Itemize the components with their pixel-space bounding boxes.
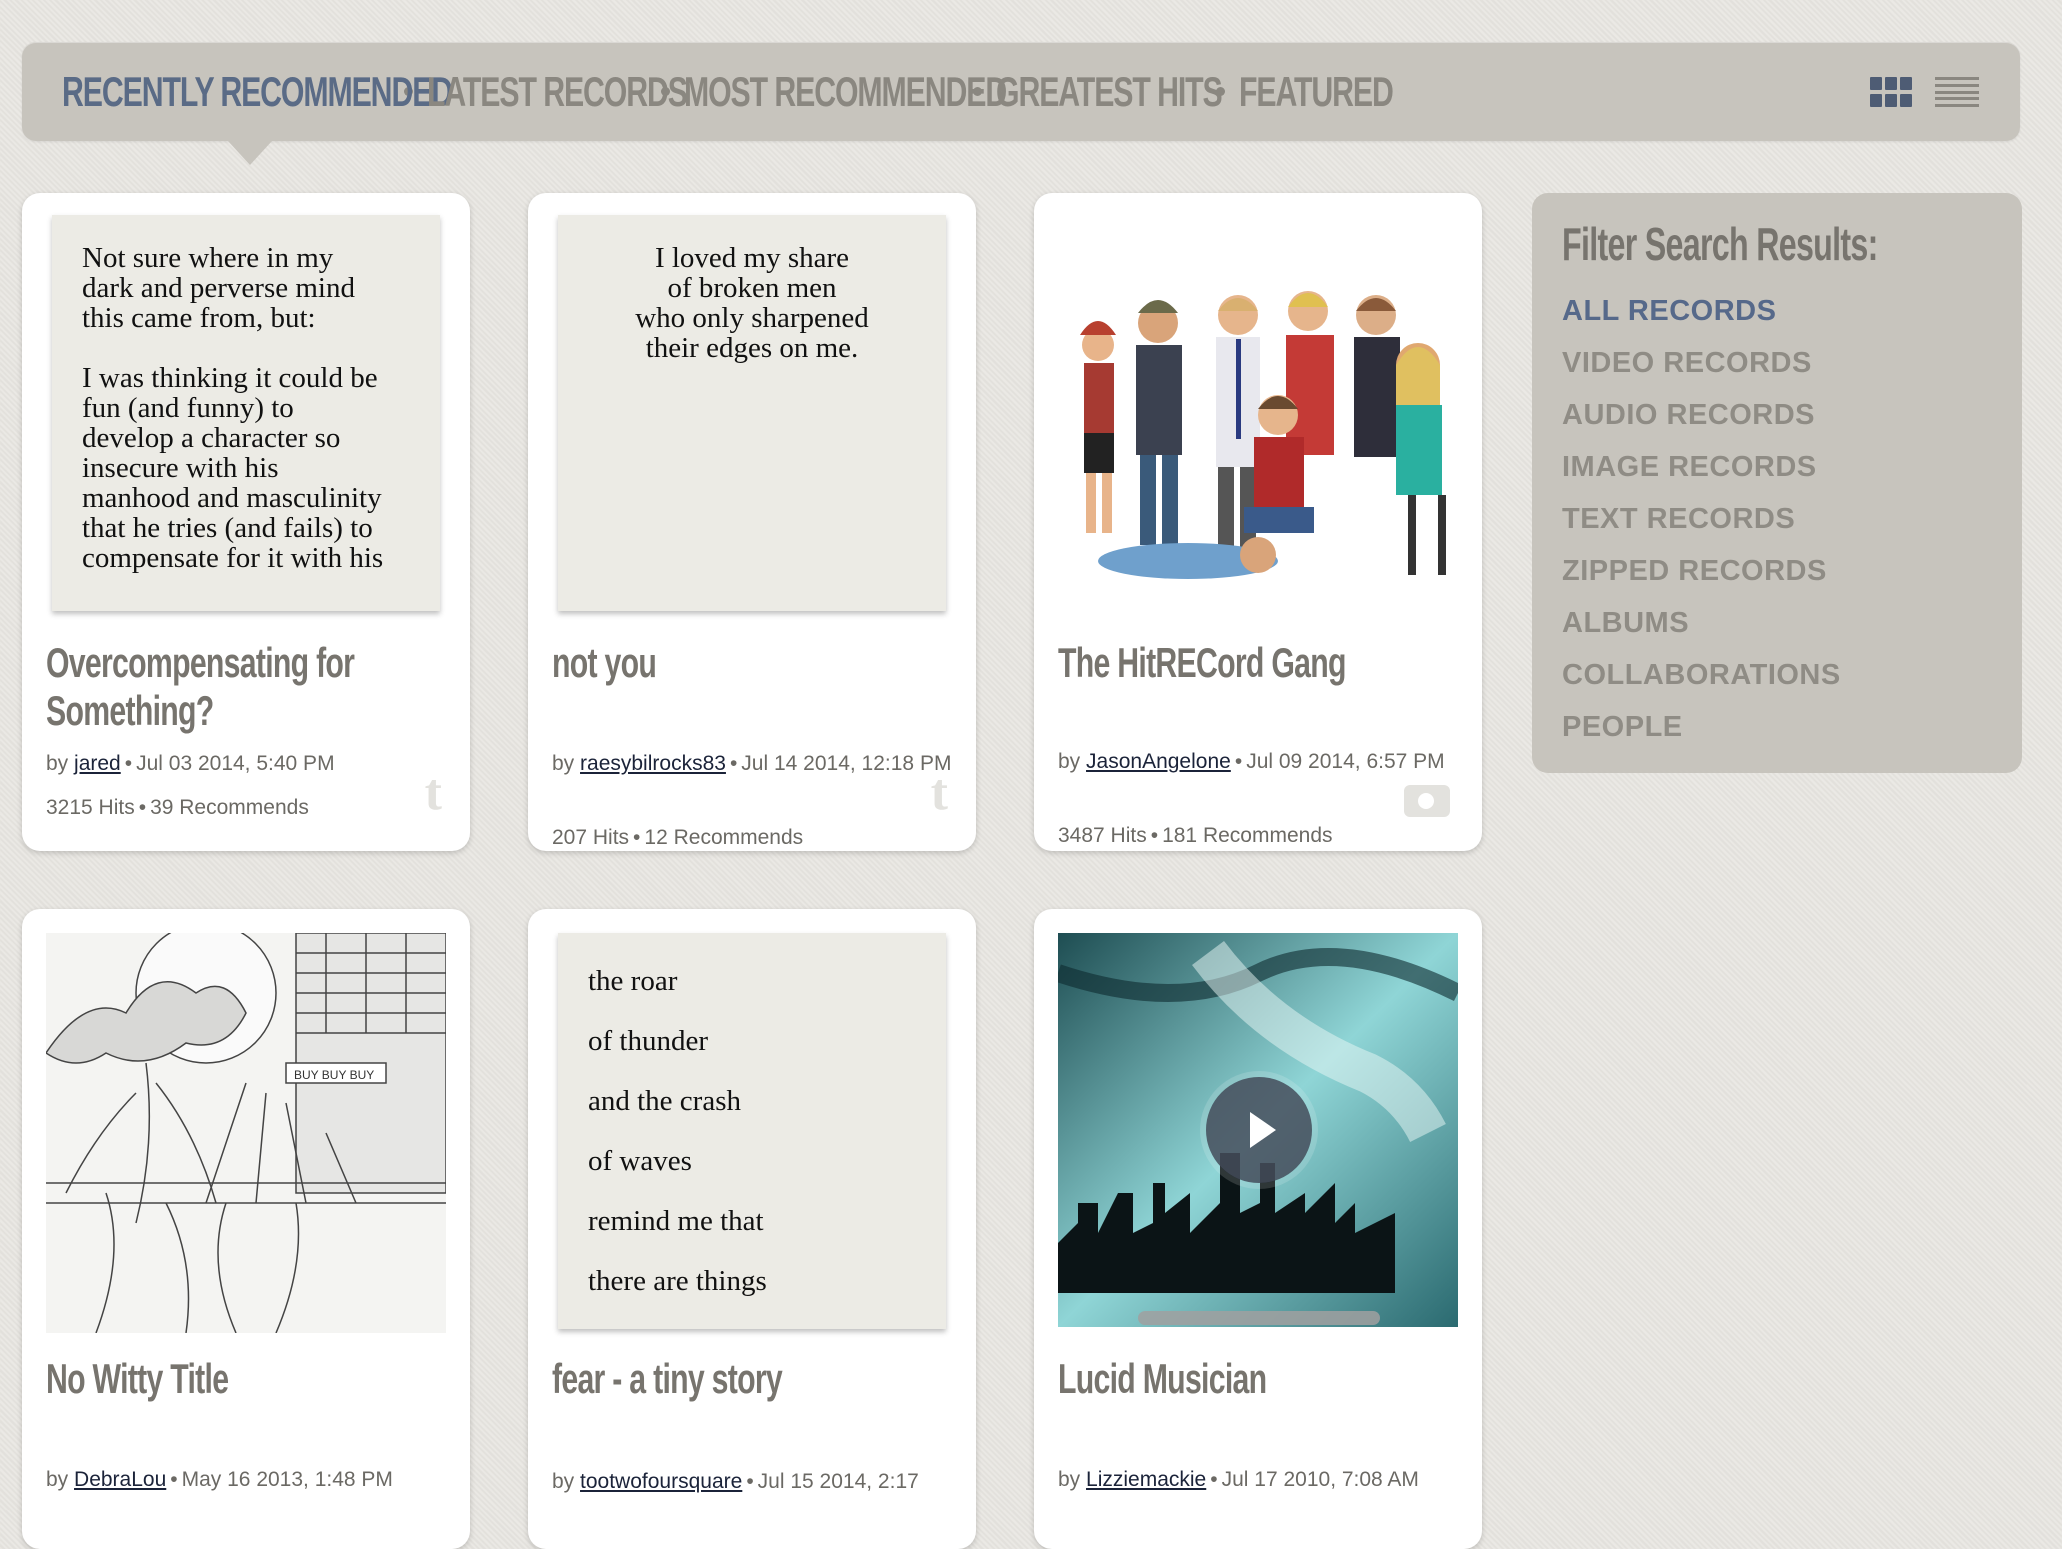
nav-tabs: RECENTLY RECOMMENDED LATEST RECORDS MOST… (62, 42, 1394, 141)
play-icon[interactable] (1206, 1077, 1312, 1183)
filter-zipped-records[interactable]: ZIPPED RECORDS (1562, 545, 1841, 597)
record-date: Jul 09 2014, 6:57 PM (1246, 750, 1445, 773)
author-link[interactable]: Lizziemackie (1086, 1468, 1206, 1491)
record-stats: 3215 Hits • 39 Recommends (46, 796, 309, 819)
sign-text: BUY BUY BUY (294, 1068, 374, 1082)
filter-audio-records[interactable]: AUDIO RECORDS (1562, 389, 1841, 441)
record-byline: by tootwofoursquare • Jul 15 2014, 2:17 (552, 1470, 919, 1493)
record-title[interactable]: not you (552, 639, 955, 687)
author-link[interactable]: tootwofoursquare (580, 1470, 742, 1493)
record-title[interactable]: The HitRECord Gang (1058, 639, 1461, 687)
record-card[interactable]: BUY BUY BUY No Witty Title by DebraLou • M… (22, 909, 470, 1549)
preview-text: I loved my share of broken men who only … (635, 242, 869, 364)
video-thumbnail[interactable] (1058, 933, 1458, 1327)
tab-recently-recommended[interactable]: RECENTLY RECOMMENDED (62, 68, 453, 116)
grid-view-icon[interactable] (1870, 77, 1912, 107)
group-illustration (1080, 291, 1446, 579)
record-card[interactable]: Not sure where in my dark and perverse m… (22, 193, 470, 851)
tab-featured[interactable]: FEATURED (1239, 68, 1394, 116)
filter-albums[interactable]: ALBUMS (1562, 597, 1841, 649)
preview-text: Not sure where in my dark and perverse m… (82, 242, 384, 574)
filter-list: ALL RECORDS VIDEO RECORDS AUDIO RECORDS … (1562, 285, 1841, 753)
filter-all-records[interactable]: ALL RECORDS (1562, 285, 1841, 337)
text-icon: t (424, 764, 442, 821)
text-preview[interactable]: the roar of thunder and the crash of wav… (558, 933, 946, 1329)
hit-count: 3487 Hits (1058, 824, 1147, 847)
tab-latest-records[interactable]: LATEST RECORDS (427, 68, 688, 116)
record-byline: by raesybilrocks83 • Jul 14 2014, 12:18 PM (552, 752, 952, 775)
record-date: Jul 17 2010, 7:08 AM (1221, 1468, 1419, 1491)
hit-count: 207 Hits (552, 826, 630, 849)
record-date: Jul 15 2014, 2:17 (757, 1470, 919, 1493)
list-view-icon[interactable] (1935, 77, 1979, 107)
record-stats: 207 Hits • 12 Recommends (552, 826, 804, 849)
filter-people[interactable]: PEOPLE (1562, 701, 1841, 753)
records-nav-bar: RECENTLY RECOMMENDED LATEST RECORDS MOST… (22, 42, 2020, 165)
text-preview[interactable]: I loved my share of broken men who only … (558, 215, 946, 611)
sketch-illustration: BUY BUY BUY (46, 933, 446, 1333)
image-thumbnail[interactable]: BUY BUY BUY (46, 933, 446, 1333)
recommend-count: 181 Recommends (1162, 824, 1333, 847)
author-link[interactable]: jared (74, 752, 121, 775)
record-title[interactable]: fear - a tiny story (552, 1355, 955, 1403)
record-card[interactable]: Lucid Musician by Lizziemackie • Jul 17 20… (1034, 909, 1482, 1549)
recommend-count: 12 Recommends (644, 826, 804, 849)
record-title[interactable]: No Witty Title (46, 1355, 449, 1403)
record-card[interactable]: The HitRECord Gang by JasonAngelone • Jul … (1034, 193, 1482, 851)
record-date: Jul 14 2014, 12:18 PM (741, 752, 952, 775)
record-date: Jul 03 2014, 5:40 PM (136, 752, 335, 775)
record-byline: by Lizziemackie • Jul 17 2010, 7:08 AM (1058, 1468, 1419, 1491)
author-link[interactable]: JasonAngelone (1086, 750, 1231, 773)
tab-most-recommended[interactable]: MOST RECOMMENDED (684, 68, 1007, 116)
record-title[interactable]: Overcompensating for Something? (46, 639, 449, 735)
video-progress-bar[interactable] (1138, 1311, 1380, 1325)
recommend-count: 39 Recommends (150, 796, 309, 819)
record-card[interactable]: the roar of thunder and the crash of wav… (528, 909, 976, 1549)
record-date: May 16 2013, 1:48 PM (181, 1468, 393, 1491)
preview-text: the roar of thunder and the crash of wav… (588, 965, 767, 1297)
camera-icon (1404, 785, 1450, 817)
record-card[interactable]: I loved my share of broken men who only … (528, 193, 976, 851)
filter-collaborations[interactable]: COLLABORATIONS (1562, 649, 1841, 701)
filter-image-records[interactable]: IMAGE RECORDS (1562, 441, 1841, 493)
active-tab-pointer (228, 141, 272, 165)
record-title[interactable]: Lucid Musician (1058, 1355, 1461, 1403)
tab-greatest-hits[interactable]: GREATEST HITS (996, 68, 1223, 116)
record-byline: by jared • Jul 03 2014, 5:40 PM (46, 752, 335, 775)
text-icon: t (930, 764, 948, 821)
filter-video-records[interactable]: VIDEO RECORDS (1562, 337, 1841, 389)
record-byline: by DebraLou • May 16 2013, 1:48 PM (46, 1468, 393, 1491)
hit-count: 3215 Hits (46, 796, 135, 819)
filter-heading: Filter Search Results: (1562, 218, 1878, 270)
filter-text-records[interactable]: TEXT RECORDS (1562, 493, 1841, 545)
record-stats: 3487 Hits • 181 Recommends (1058, 824, 1333, 847)
text-preview[interactable]: Not sure where in my dark and perverse m… (52, 215, 440, 611)
record-byline: by JasonAngelone • Jul 09 2014, 6:57 PM (1058, 750, 1445, 773)
author-link[interactable]: DebraLou (74, 1468, 166, 1491)
filter-sidebar: Filter Search Results: ALL RECORDS VIDEO… (1532, 193, 2022, 773)
image-thumbnail[interactable] (1058, 215, 1458, 599)
author-link[interactable]: raesybilrocks83 (580, 752, 726, 775)
